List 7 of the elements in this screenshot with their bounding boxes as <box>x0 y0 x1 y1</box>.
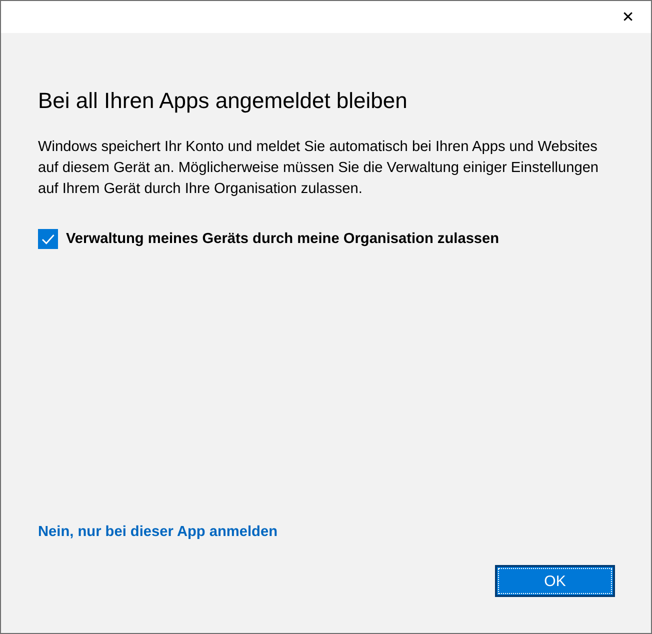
sign-in-link[interactable]: Nein, nur bei dieser App anmelden <box>38 524 278 540</box>
close-button[interactable]: ✕ <box>605 1 651 33</box>
ok-button[interactable]: OK <box>495 565 615 597</box>
checkbox[interactable] <box>38 229 58 249</box>
dialog-heading: Bei all Ihren Apps angemeldet bleiben <box>38 88 408 114</box>
description-text: Windows speichert Ihr Konto und meldet Sie automatisch bei Ihren Apps und Websites auf diesem Gerät an. Möglicherweise müssen Sie die Verwaltung einiger Einstellungen auf Ihrem Gerät durch Ihre Organisation zulassen. <box>38 138 600 199</box>
checkbox-label: Verwaltung meines Geräts durch meine Organisation zulassen <box>66 231 500 247</box>
